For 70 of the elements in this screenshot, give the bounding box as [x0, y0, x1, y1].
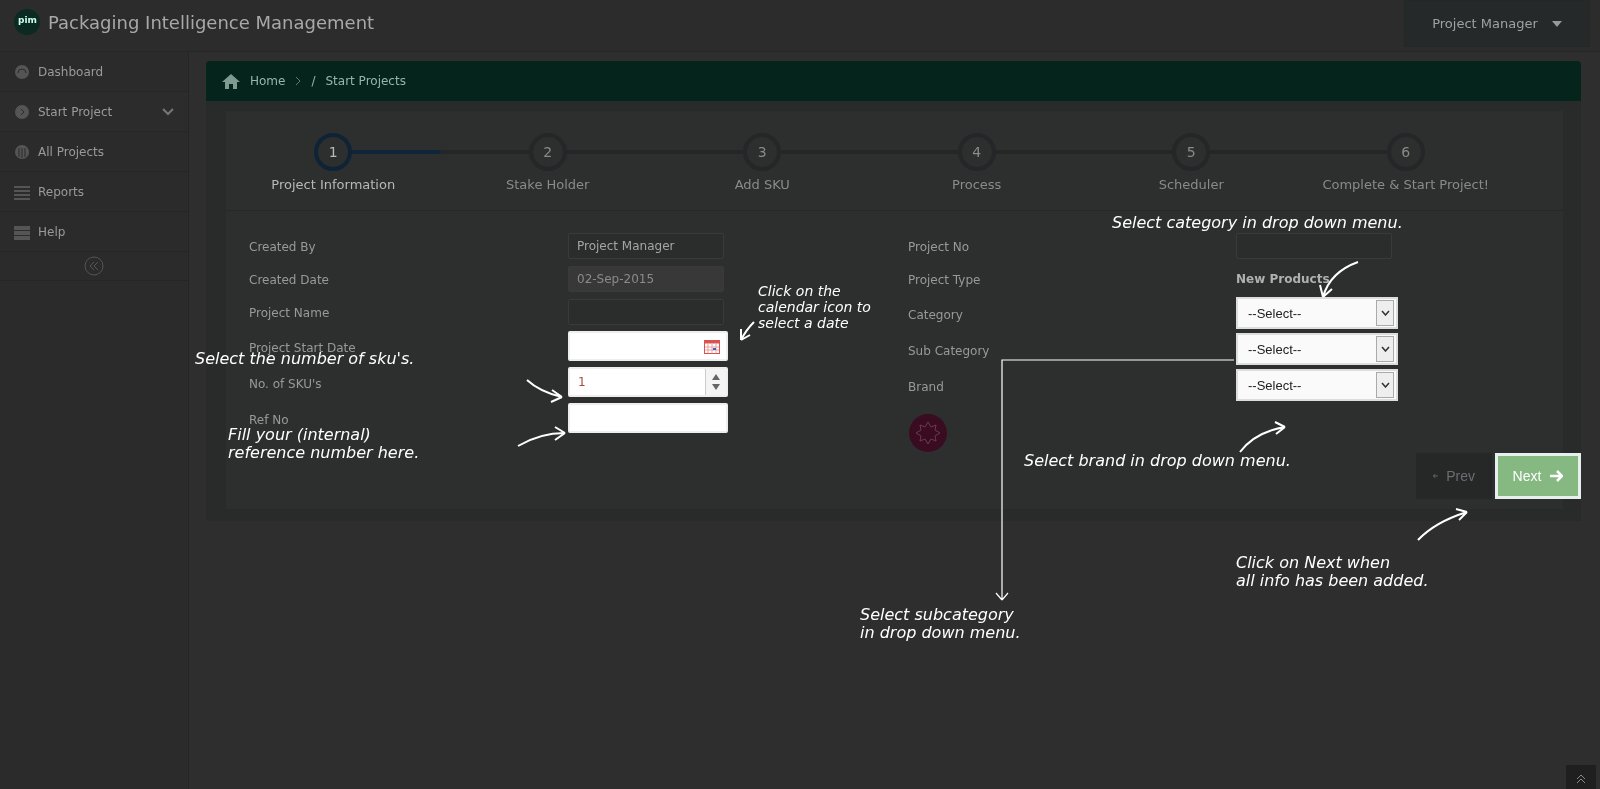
spinner-control[interactable] [705, 369, 726, 395]
new-badge-icon [908, 413, 948, 453]
step-label: Add SKU [734, 177, 790, 192]
step-number[interactable]: 1 [314, 133, 353, 171]
user-menu[interactable]: Project Manager [1404, 0, 1590, 47]
chevron-down-icon [1380, 346, 1390, 352]
sidebar-item[interactable]: Help [0, 212, 188, 252]
globe-icon [14, 143, 30, 160]
input-field[interactable]: Project Manager [568, 232, 724, 259]
step-label: Stake Holder [506, 177, 590, 192]
curved-arrow [1239, 421, 1286, 453]
field-label: Ref No [249, 412, 289, 427]
field-value: New Products [1236, 271, 1330, 286]
list-icon [14, 183, 30, 200]
logo-icon [14, 9, 40, 35]
curved-arrow [1417, 508, 1468, 541]
annotation-note: Select subcategory in drop down menu. [860, 606, 1021, 643]
gauge-icon [14, 63, 30, 80]
calendar-icon[interactable] [704, 338, 720, 354]
date-field[interactable] [568, 331, 728, 361]
field-label: Category [908, 307, 963, 322]
breadcrumb-current: Start Projects [325, 74, 406, 88]
app-title: Packaging Intelligence Management [48, 11, 375, 33]
step-number[interactable]: 5 [1172, 133, 1211, 171]
annotation-note: Click on the calendar icon to select a date [758, 283, 872, 332]
select-dropdown[interactable]: --Select-- [1236, 369, 1398, 401]
select-dropdown[interactable]: --Select-- [1236, 333, 1398, 365]
step-number[interactable]: 3 [743, 133, 782, 171]
annotation-note: Fill your (internal) reference number here. [228, 426, 420, 463]
step-label: Scheduler [1158, 177, 1224, 192]
field-label: Project Name [249, 306, 330, 320]
chevron-down-icon [1380, 382, 1390, 388]
curved-arrow [526, 379, 563, 403]
step-label: Project Information [271, 177, 396, 192]
step-number[interactable]: 2 [528, 133, 567, 171]
curved-arrow [740, 321, 755, 341]
arrow-right-icon [1549, 470, 1564, 482]
up-down-arrows-icon[interactable] [712, 373, 720, 391]
step-number[interactable]: 6 [1386, 133, 1425, 171]
annotation-note: Click on Next when all info has been added. [1236, 554, 1429, 591]
field-label: Sub Category [908, 343, 990, 358]
number-field[interactable]: 1 [568, 367, 728, 397]
annotation-note: Select brand in drop down menu. [1024, 452, 1291, 471]
play-icon [14, 103, 30, 120]
field-label: Project No [908, 240, 970, 254]
field-label: Created By [249, 240, 316, 254]
annotation-note: Select category in drop down menu. [1112, 214, 1403, 233]
field-label: Brand [908, 379, 944, 394]
scroll-top-icon[interactable] [1566, 765, 1596, 789]
curved-arrow [517, 426, 566, 447]
chevron-down-icon [162, 107, 174, 116]
chevron-down-icon [1380, 310, 1390, 316]
sidebar-item[interactable]: All Projects [0, 132, 188, 172]
field-label: No. of SKU's [249, 376, 322, 391]
step-label: Process [952, 177, 1002, 192]
sidebar-item[interactable]: Reports [0, 172, 188, 212]
chevron-right-icon [295, 76, 302, 86]
collapse-icon[interactable] [84, 256, 104, 276]
breadcrumb-link[interactable]: Home [250, 74, 286, 88]
breadcrumb-separator: / [311, 74, 316, 88]
logo-text: pim [18, 15, 37, 25]
home-icon [222, 73, 240, 89]
field-label: Created Date [249, 273, 329, 287]
step-number[interactable]: 4 [957, 133, 996, 171]
step-label: Complete & Start Project! [1322, 177, 1490, 192]
stack-icon [14, 223, 30, 240]
field-label: Project Type [908, 273, 981, 287]
caret-icon [1551, 20, 1562, 27]
select-dropdown[interactable]: --Select-- [1236, 297, 1398, 329]
prev-button[interactable]: Prev [1416, 453, 1492, 499]
